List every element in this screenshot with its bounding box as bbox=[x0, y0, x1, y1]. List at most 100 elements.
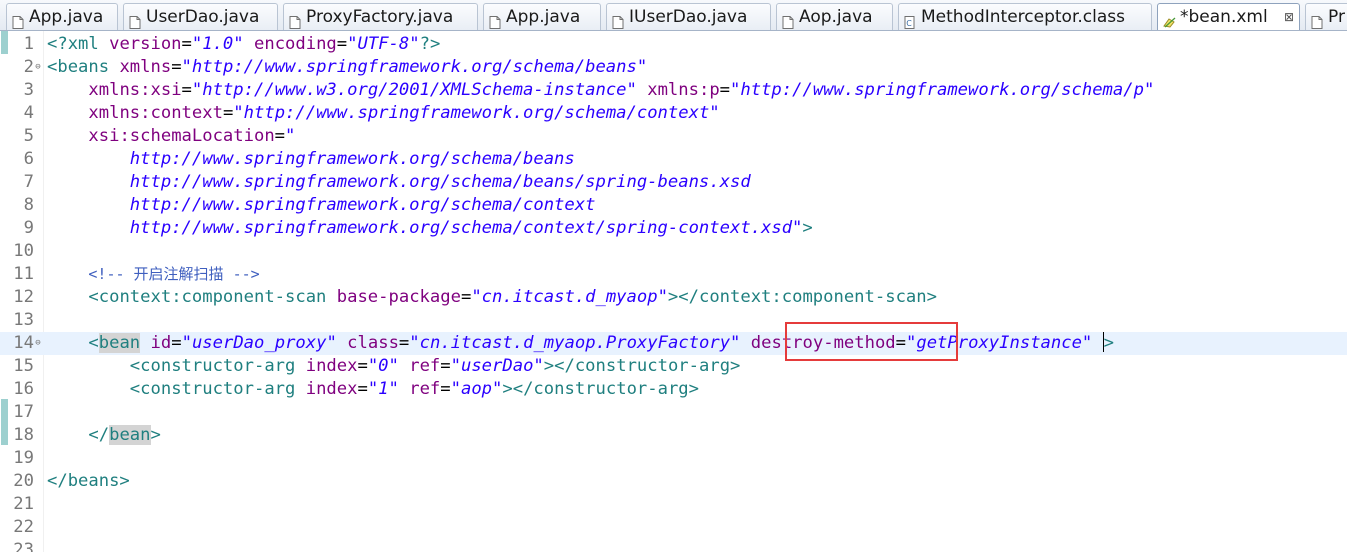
code-line[interactable]: 13 bbox=[0, 309, 1347, 332]
xml-value-token: "cn.itcast.d_myaop" bbox=[471, 287, 668, 307]
line-number: 21 bbox=[13, 494, 34, 514]
editor-tab-label: UserDao.java bbox=[146, 7, 260, 27]
java-file-icon bbox=[289, 11, 301, 29]
editor-tab[interactable]: App.java bbox=[6, 3, 118, 30]
line-number: 14 bbox=[13, 333, 34, 353]
line-number: 2 bbox=[23, 57, 34, 77]
line-number: 11 bbox=[13, 264, 34, 284]
code-line[interactable]: 19 bbox=[0, 447, 1347, 470]
code-line[interactable]: 17 bbox=[0, 401, 1347, 424]
whitespace-token: = bbox=[719, 80, 731, 100]
code-text: xmlns:context="http://www.springframewor… bbox=[47, 102, 719, 125]
xml-attribute-token: index bbox=[305, 356, 358, 376]
code-line[interactable]: 16 <constructor-arg index="1" ref="aop">… bbox=[0, 378, 1347, 401]
code-text: http://www.springframework.org/schema/co… bbox=[47, 217, 813, 240]
xml-attribute-token: xmlns bbox=[119, 57, 172, 77]
xml-source-editor[interactable]: 1 <?xml version="1.0" encoding="UTF-8"?> 2… bbox=[0, 31, 1347, 552]
editor-tab-label: IUserDao.java bbox=[629, 7, 748, 27]
code-text: <beans xmlns="http://www.springframework… bbox=[47, 56, 647, 79]
code-line[interactable]: 5 xsi:schemaLocation=" bbox=[0, 125, 1347, 148]
editor-tab-label: ProxyFactory.java bbox=[306, 7, 454, 27]
code-line[interactable]: 14 ⊖ <bean id="userDao_proxy" class="cn.i… bbox=[0, 332, 1347, 355]
line-number: 6 bbox=[23, 149, 34, 169]
code-line[interactable]: 8 http://www.springframework.org/schema/… bbox=[0, 194, 1347, 217]
java-file-icon bbox=[12, 11, 24, 29]
editor-tab-label: Pr bbox=[1328, 7, 1345, 27]
editor-tab[interactable]: *bean.xml ⊠ bbox=[1157, 3, 1300, 30]
xml-attribute-token: xsi:schemaLocation bbox=[88, 126, 275, 146]
xml-value-token: "aop" bbox=[450, 379, 503, 399]
line-number: 23 bbox=[13, 540, 34, 552]
class-file-icon: C bbox=[904, 11, 916, 29]
code-line[interactable]: 1 <?xml version="1.0" encoding="UTF-8"?> bbox=[0, 33, 1347, 56]
xml-tag-token: < bbox=[88, 333, 99, 353]
xml-attribute-token: index bbox=[305, 379, 358, 399]
code-text: </beans> bbox=[47, 470, 130, 493]
editor-tab[interactable]: IUserDao.java bbox=[606, 3, 771, 30]
code-text: <?xml version="1.0" encoding="UTF-8"?> bbox=[47, 33, 440, 56]
xml-value-token: http://www.springframework.org/schema/co… bbox=[129, 195, 596, 215]
xml-tag-token-highlighted: bean bbox=[109, 425, 151, 445]
editor-tab[interactable]: App.java bbox=[483, 3, 601, 30]
xml-value-token: "cn.itcast.d_myaop.ProxyFactory" bbox=[409, 333, 741, 353]
code-line[interactable]: 23 bbox=[0, 539, 1347, 552]
code-line[interactable]: 18 </bean> bbox=[0, 424, 1347, 447]
editor-tab-label: Aop.java bbox=[799, 7, 873, 27]
whitespace-token: = bbox=[398, 333, 410, 353]
code-text: <context:component-scan base-package="cn… bbox=[47, 286, 937, 309]
xml-value-token: "http://www.springframework.org/schema/p… bbox=[730, 80, 1155, 100]
close-tab-icon[interactable]: ⊠ bbox=[1284, 4, 1294, 30]
code-line[interactable]: 3 xmlns:xsi="http://www.w3.org/2001/XMLS… bbox=[0, 79, 1347, 102]
java-file-icon bbox=[489, 11, 501, 29]
whitespace-token: = bbox=[357, 356, 368, 376]
editor-tab[interactable]: C MethodInterceptor.class bbox=[898, 3, 1152, 30]
code-line[interactable]: 7 http://www.springframework.org/schema/… bbox=[0, 171, 1347, 194]
line-number: 10 bbox=[13, 241, 34, 261]
code-line[interactable]: 20 </beans> bbox=[0, 470, 1347, 493]
code-text: xsi:schemaLocation=" bbox=[47, 125, 295, 148]
line-number: 4 bbox=[23, 103, 34, 123]
xml-attribute-token: version bbox=[109, 34, 182, 54]
xml-tag-token: ></constructor-arg> bbox=[502, 379, 699, 399]
code-line[interactable]: 6 http://www.springframework.org/schema/… bbox=[0, 148, 1347, 171]
xml-tag-token: ?> bbox=[419, 34, 441, 54]
editor-tab-label: MethodInterceptor.class bbox=[921, 7, 1125, 27]
fold-toggle-icon[interactable]: ⊖ bbox=[33, 332, 43, 355]
code-line[interactable]: 15 <constructor-arg index="0" ref="userD… bbox=[0, 355, 1347, 378]
code-line[interactable]: 22 bbox=[0, 516, 1347, 539]
code-line[interactable]: 9 http://www.springframework.org/schema/… bbox=[0, 217, 1347, 240]
code-text: <constructor-arg index="0" ref="userDao"… bbox=[47, 355, 741, 378]
editor-tab[interactable]: ProxyFactory.java bbox=[283, 3, 478, 30]
xml-attribute-token: encoding bbox=[254, 34, 337, 54]
editor-tab[interactable]: Aop.java bbox=[776, 3, 893, 30]
line-number: 3 bbox=[23, 80, 34, 100]
code-line[interactable]: 4 xmlns:context="http://www.springframew… bbox=[0, 102, 1347, 125]
whitespace-token: = bbox=[460, 287, 472, 307]
code-line[interactable]: 21 bbox=[0, 493, 1347, 516]
xml-value-token: "0" bbox=[367, 356, 399, 376]
editor-tab[interactable]: Pr bbox=[1305, 3, 1347, 30]
xml-tag-token: <context:component-scan bbox=[88, 287, 337, 307]
svg-text:C: C bbox=[906, 19, 912, 28]
code-line[interactable]: 12 <context:component-scan base-package=… bbox=[0, 286, 1347, 309]
line-number: 5 bbox=[23, 126, 34, 146]
line-number: 8 bbox=[23, 195, 34, 215]
xml-attribute-token: ref bbox=[409, 356, 441, 376]
code-line[interactable]: 2 ⊖ <beans xmlns="http://www.springframewo… bbox=[0, 56, 1347, 79]
code-line[interactable]: 10 bbox=[0, 240, 1347, 263]
java-file-icon bbox=[782, 11, 794, 29]
code-line[interactable]: 11 <!-- 开启注解扫描 --> bbox=[0, 263, 1347, 286]
xml-tag-token: <?xml bbox=[47, 34, 110, 54]
fold-toggle-icon[interactable]: ⊖ bbox=[33, 56, 43, 79]
xml-attribute-token: xmlns:context bbox=[88, 103, 223, 123]
editor-tab[interactable]: UserDao.java bbox=[123, 3, 278, 30]
